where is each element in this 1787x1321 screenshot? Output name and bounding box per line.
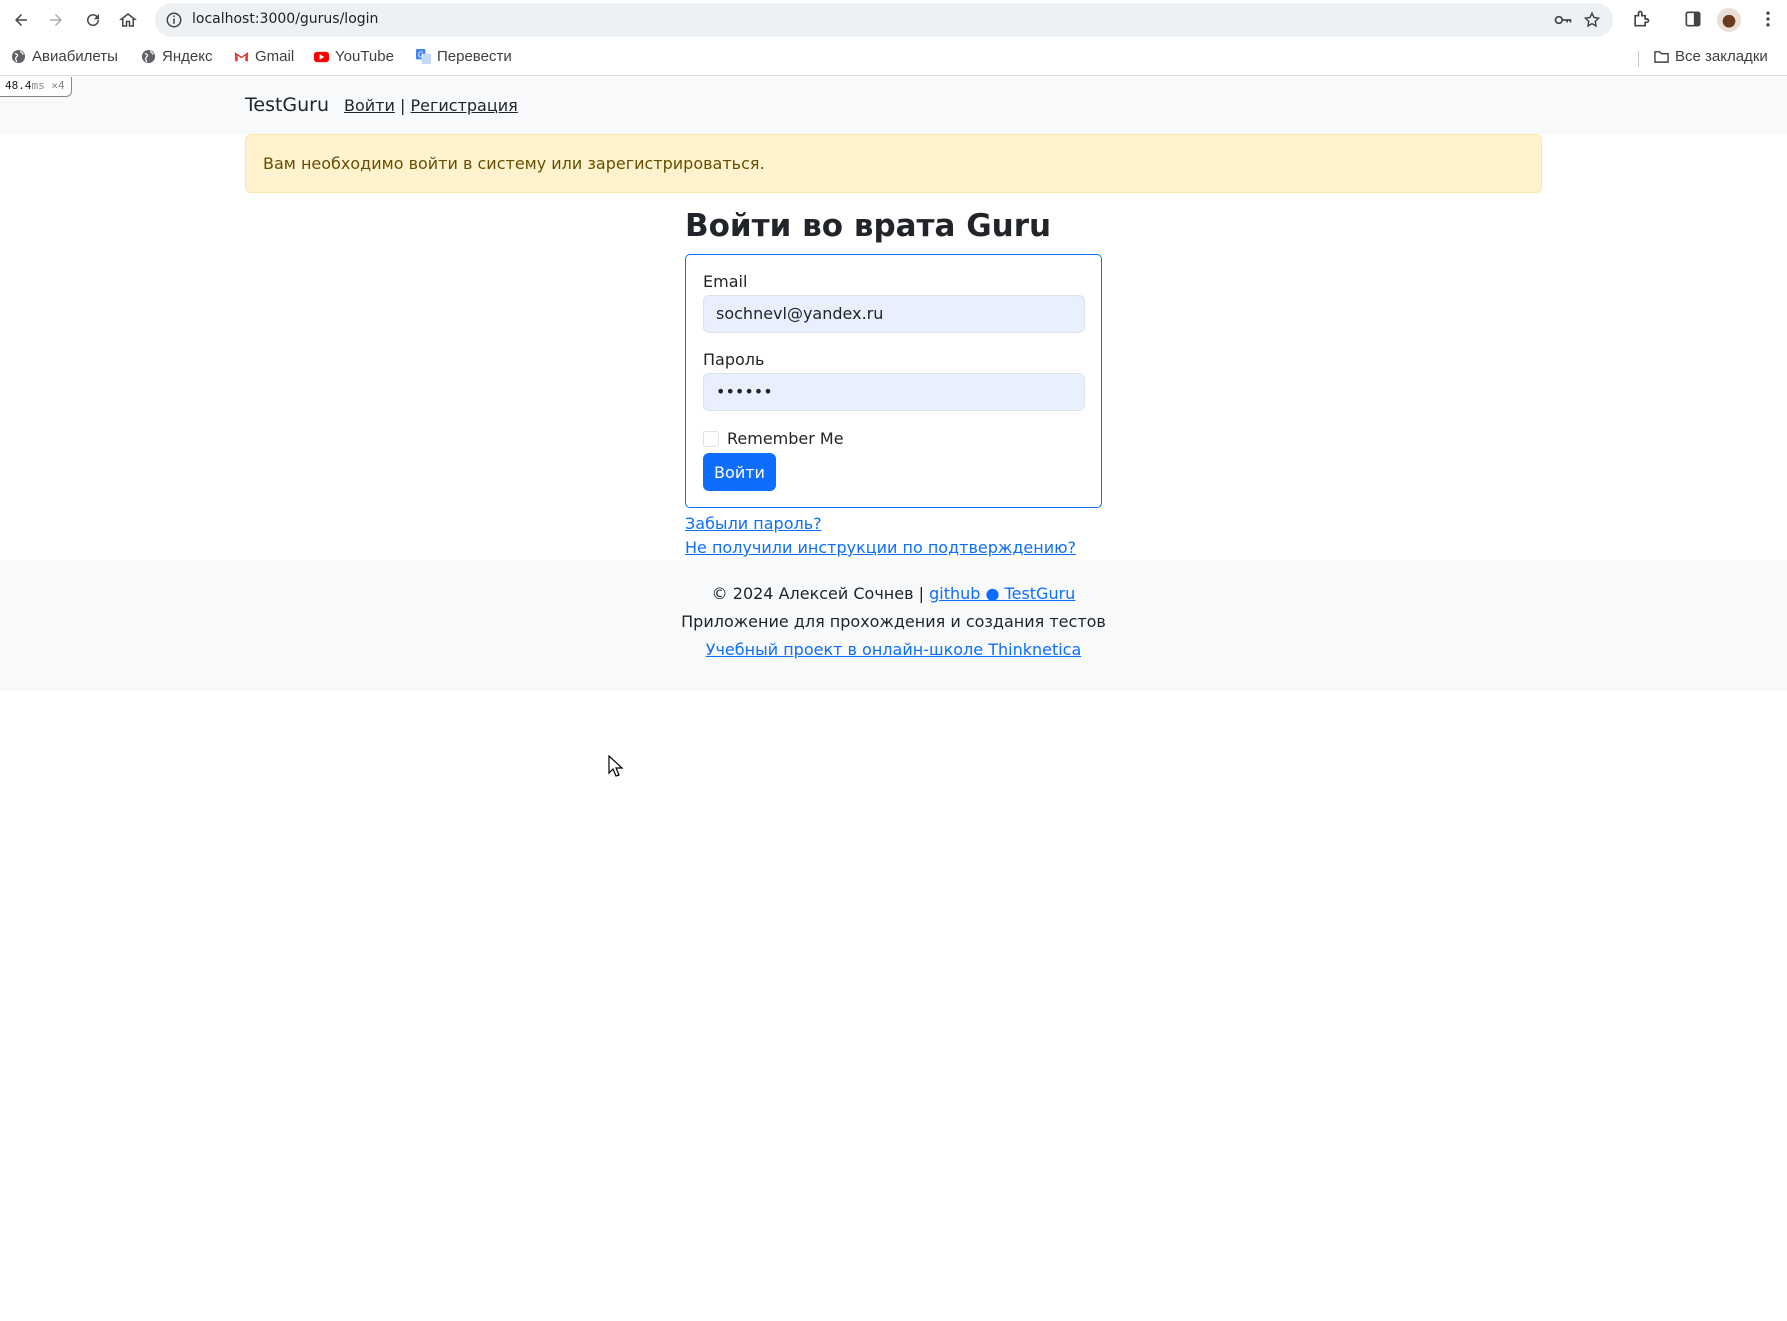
login-form: Email sochnevl@yandex.ru Пароль •••••• R… — [685, 254, 1102, 508]
menu-icon[interactable] — [1758, 9, 1778, 29]
footer-description: Приложение для прохождения и создания те… — [681, 612, 1106, 631]
password-label: Пароль — [703, 350, 765, 369]
bookmark-label: YouTube — [335, 48, 394, 65]
side-panel-icon[interactable] — [1683, 9, 1703, 29]
globe-icon — [11, 49, 26, 64]
globe-icon — [141, 49, 156, 64]
bookmark-item[interactable]: Gmail — [234, 48, 294, 65]
login-link[interactable]: Войти — [344, 96, 395, 115]
footer-copyright-line: © 2024 Алексей Сочнев | github ● TestGur… — [0, 584, 1787, 603]
key-icon[interactable] — [1553, 11, 1573, 29]
bookmark-item[interactable]: YouTube — [314, 48, 394, 65]
password-field[interactable]: •••••• — [703, 373, 1085, 411]
all-bookmarks-button[interactable]: Все закладки — [1654, 48, 1768, 65]
translate-icon: G — [416, 49, 431, 64]
url-text[interactable]: localhost:3000/gurus/login — [192, 11, 378, 27]
remember-me-checkbox[interactable] — [703, 431, 719, 447]
app-header: TestGuru Войти | Регистрация — [0, 77, 1787, 134]
reload-icon[interactable] — [79, 6, 107, 34]
footer: © 2024 Алексей Сочнев | github ● TestGur… — [0, 560, 1787, 691]
perf-badge[interactable]: 48.4ms ×4 — [0, 77, 72, 97]
forward-icon[interactable] — [42, 6, 70, 34]
brand-logo[interactable]: TestGuru — [245, 94, 329, 116]
register-link[interactable]: Регистрация — [410, 96, 517, 115]
header-links: Войти | Регистрация — [344, 96, 518, 115]
mouse-cursor-icon — [608, 755, 624, 777]
bookmark-label: Яндекс — [162, 48, 213, 65]
gmail-icon — [234, 52, 249, 62]
bookmarks-bar: Авиабилеты Яндекс Gmail YouTube G Переве… — [0, 40, 1787, 76]
bookmark-item[interactable]: G Перевести — [416, 48, 512, 65]
remember-me-label[interactable]: Remember Me — [727, 429, 844, 448]
email-field[interactable]: sochnevl@yandex.ru — [703, 295, 1085, 333]
home-icon[interactable] — [114, 6, 142, 34]
copyright-text: © 2024 Алексей Сочнев | — [711, 584, 924, 603]
page-content: 48.4ms ×4 TestGuru Войти | Регистрация В… — [0, 77, 1787, 1321]
forgot-password-link[interactable]: Забыли пароль? — [685, 514, 822, 533]
bookmark-label: Авиабилеты — [32, 48, 118, 65]
alert-text: Вам необходимо войти в систему или зарег… — [263, 154, 765, 173]
page-title: Войти во врата Guru — [685, 208, 1052, 244]
bookmark-item[interactable]: Яндекс — [141, 48, 212, 65]
header-separator: | — [399, 96, 406, 115]
footer-school-line: Учебный проект в онлайн-школе Thinknetic… — [0, 640, 1787, 659]
bookmark-item[interactable]: Авиабилеты — [11, 48, 118, 65]
browser-toolbar: localhost:3000/gurus/login — [0, 0, 1787, 40]
youtube-icon — [314, 51, 329, 63]
back-icon[interactable] — [7, 6, 35, 34]
bookmarks-divider — [1638, 51, 1639, 67]
site-info-icon[interactable] — [165, 11, 183, 29]
email-label: Email — [703, 272, 748, 291]
login-button[interactable]: Войти — [703, 453, 776, 491]
profile-avatar[interactable] — [1717, 8, 1741, 32]
address-bar[interactable]: localhost:3000/gurus/login — [155, 3, 1613, 37]
perf-unit: ms — [31, 79, 45, 92]
alert-message: Вам необходимо войти в систему или зарег… — [245, 134, 1542, 193]
folder-icon — [1654, 51, 1669, 63]
extensions-icon[interactable] — [1631, 9, 1651, 29]
bookmark-label: Gmail — [255, 48, 295, 65]
school-link[interactable]: Учебный проект в онлайн-школе Thinknetic… — [706, 640, 1082, 659]
github-link[interactable]: github ● TestGuru — [929, 584, 1075, 603]
bookmark-label: Перевести — [437, 48, 512, 65]
resend-confirmation-link[interactable]: Не получили инструкции по подтверждению? — [685, 538, 1076, 557]
perf-count: ×4 — [51, 79, 65, 92]
svg-text:G: G — [418, 50, 424, 59]
perf-value: 48.4 — [5, 79, 32, 92]
bookmark-star-icon[interactable] — [1583, 11, 1601, 29]
all-bookmarks-label: Все закладки — [1675, 48, 1768, 65]
